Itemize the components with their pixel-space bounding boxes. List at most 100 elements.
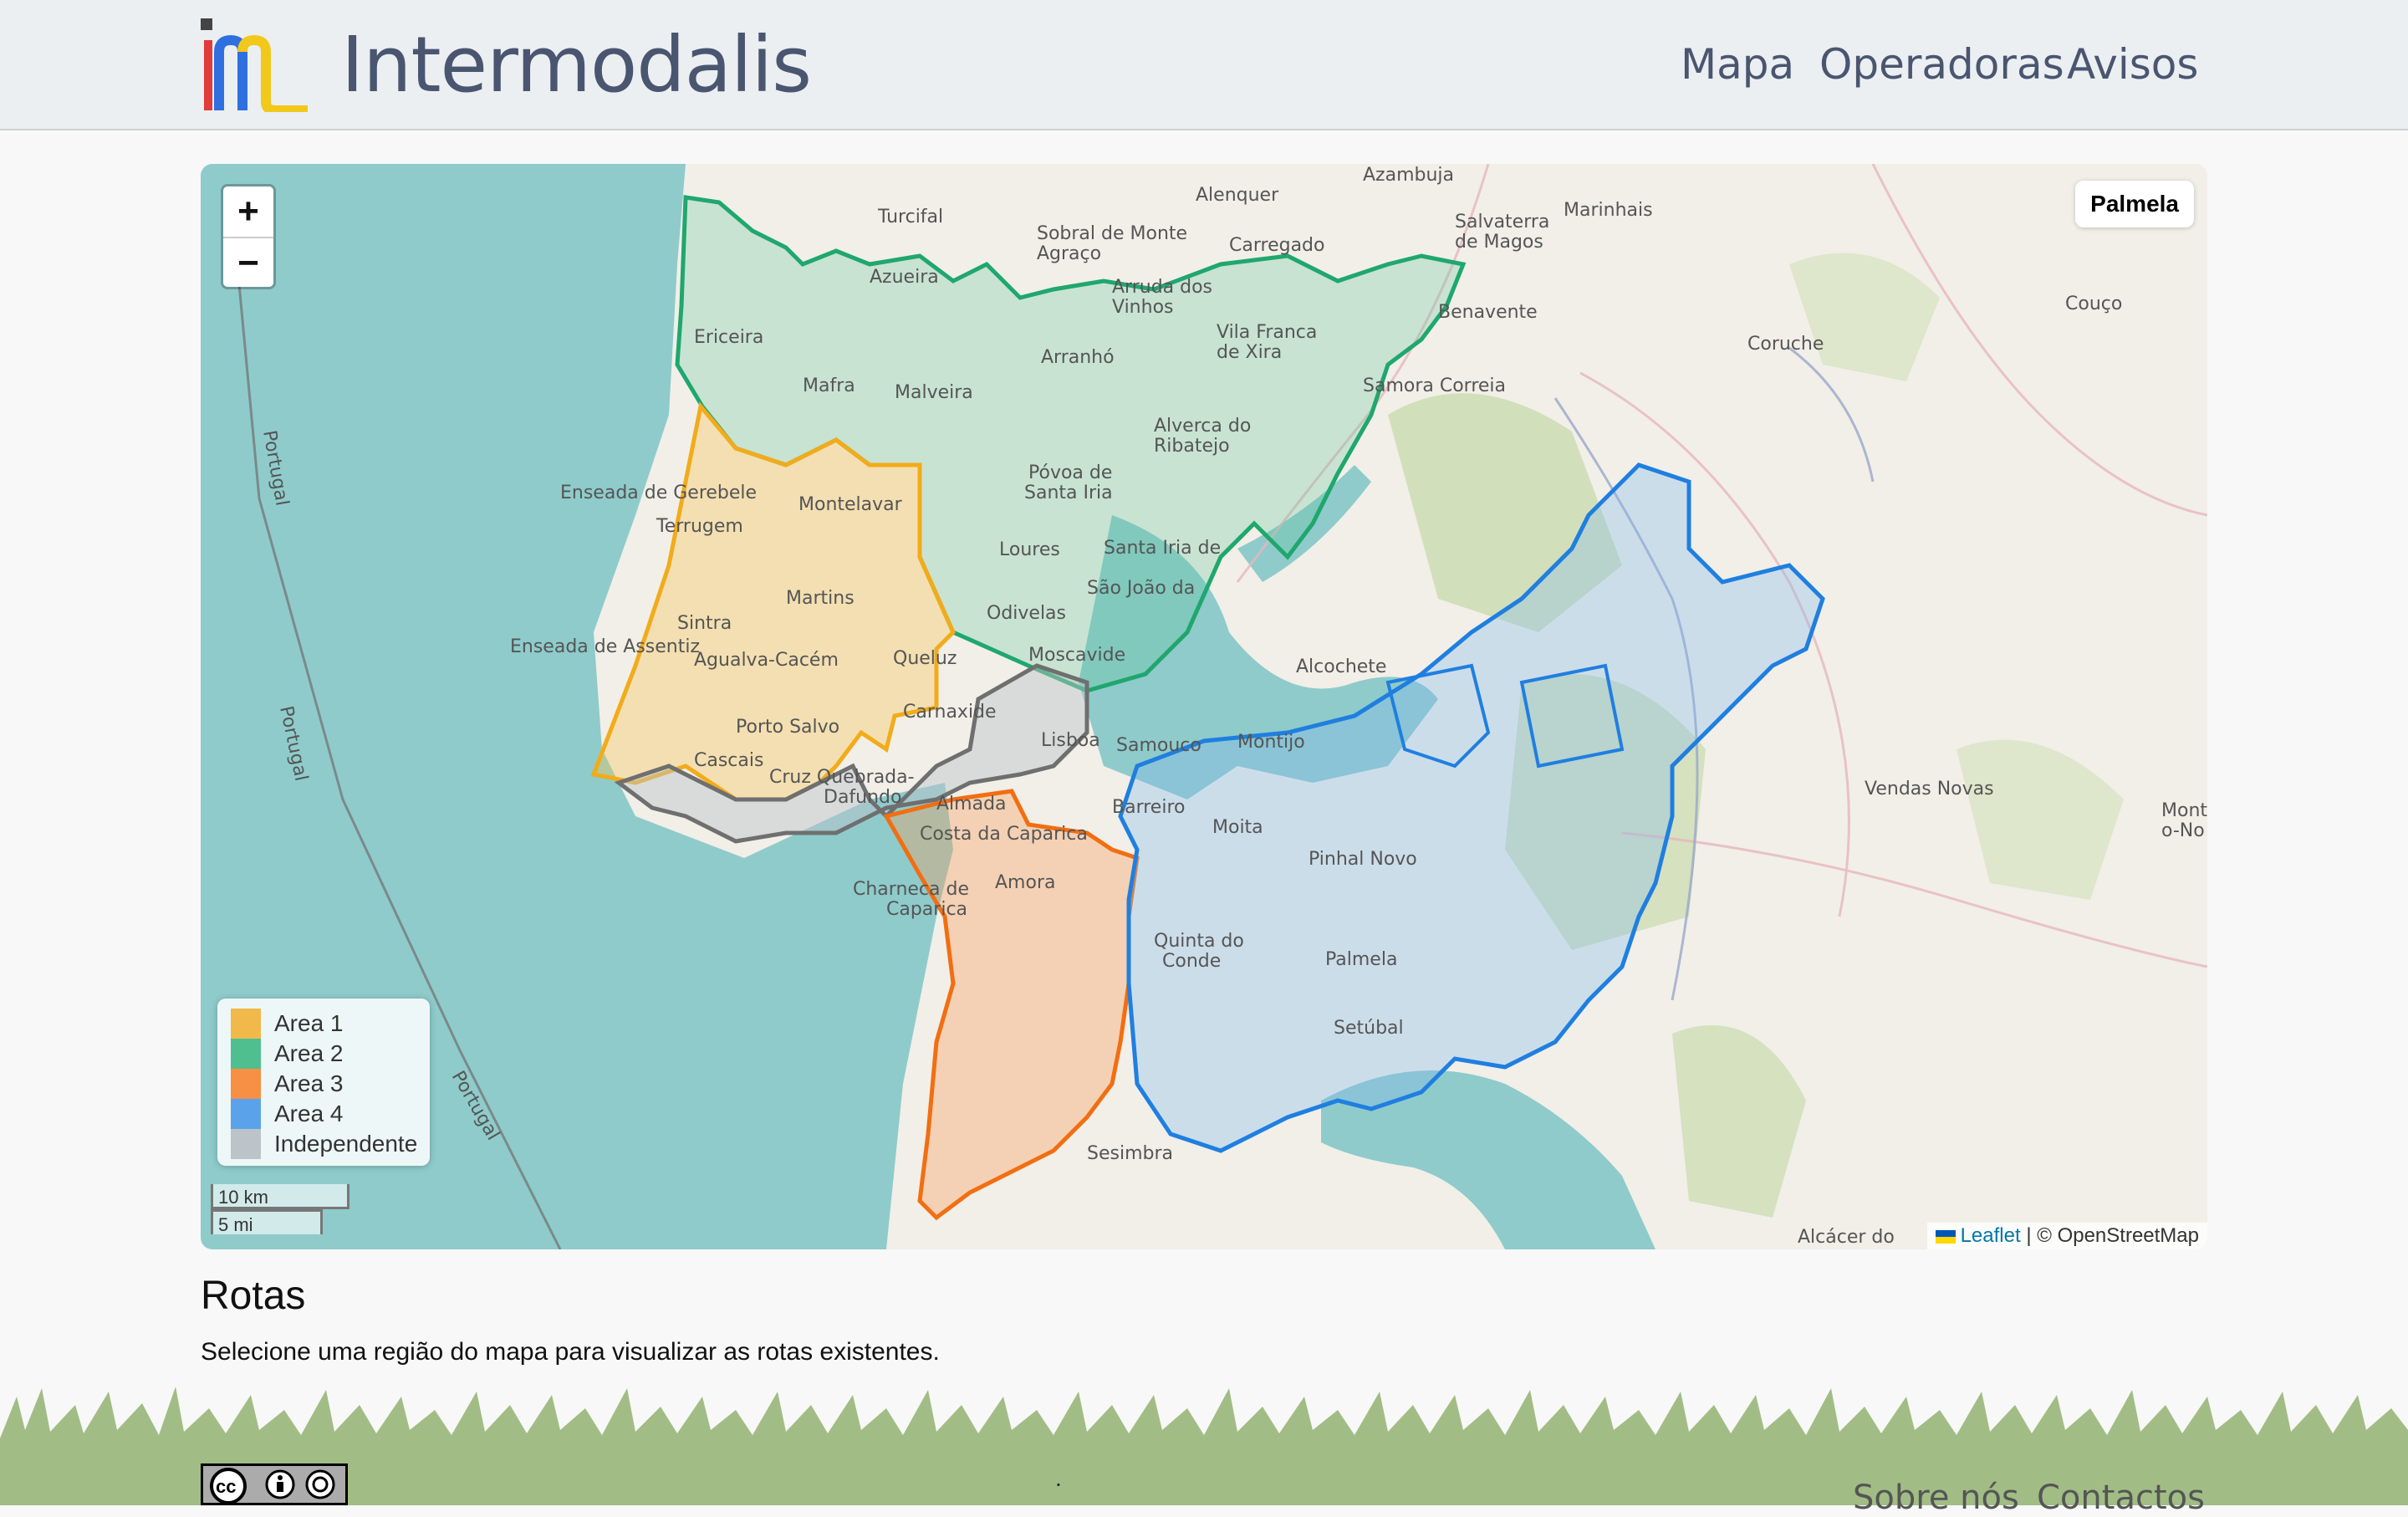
svg-text:Montijo: Montijo (1237, 732, 1305, 753)
svg-text:Turcifal: Turcifal (877, 207, 943, 227)
svg-text:Samouco: Samouco (1116, 735, 1201, 756)
footer-dot: . (1055, 1465, 1062, 1491)
svg-text:Alverca do: Alverca do (1154, 416, 1251, 437)
svg-text:Sobral de Monte: Sobral de Monte (1037, 223, 1187, 244)
zoom-control: + − (221, 184, 276, 289)
nav-operadoras[interactable]: Operadoras (1819, 37, 2064, 92)
nav-mapa[interactable]: Mapa (1681, 37, 1794, 92)
legend-swatch (231, 1069, 261, 1099)
legend-swatch (231, 1129, 261, 1159)
svg-text:Palmela: Palmela (1325, 949, 1397, 970)
svg-text:Sintra: Sintra (677, 613, 732, 634)
svg-text:Cruz Quebrada-: Cruz Quebrada- (769, 767, 915, 788)
svg-text:Enseada de Assentiz: Enseada de Assentiz (510, 636, 700, 657)
svg-text:Pinhal Novo: Pinhal Novo (1309, 849, 1417, 870)
region-map[interactable]: Azambuja Alenquer Turcifal Sobral de Mon… (201, 164, 2207, 1249)
svg-text:Alcochete: Alcochete (1296, 656, 1386, 677)
nav-avisos[interactable]: Avisos (2067, 37, 2198, 92)
svg-text:Ribatejo: Ribatejo (1154, 436, 1230, 457)
svg-text:Alcácer do: Alcácer do (1798, 1227, 1895, 1248)
svg-text:Carnaxide: Carnaxide (903, 702, 997, 723)
svg-text:Vendas Novas: Vendas Novas (1865, 779, 1994, 799)
footer-link-contactos[interactable]: Contactos (2037, 1479, 2205, 1517)
svg-text:Arruda dos: Arruda dos (1112, 277, 1212, 298)
svg-text:Loures: Loures (999, 539, 1060, 560)
hovered-region-label: Palmela (2075, 181, 2194, 227)
cc-by-sa-icon: cc (210, 1468, 335, 1504)
scale-mi: 5 mi (211, 1209, 323, 1235)
svg-text:Barreiro: Barreiro (1112, 797, 1185, 818)
svg-text:Santa Iria: Santa Iria (1024, 483, 1113, 503)
legend-label: Area 1 (274, 1010, 344, 1036)
zoom-in-button[interactable]: + (223, 186, 273, 238)
ukraine-flag-icon (1935, 1229, 1956, 1244)
zoom-out-button[interactable]: − (223, 238, 273, 289)
svg-text:Quinta do: Quinta do (1154, 931, 1244, 952)
legend-item-area-1: Area 1 (231, 1009, 430, 1039)
svg-text:Carregado: Carregado (1229, 235, 1324, 256)
map-tiles[interactable]: Azambuja Alenquer Turcifal Sobral de Mon… (201, 164, 2207, 1249)
svg-text:Azueira: Azueira (870, 267, 939, 288)
svg-text:Alenquer: Alenquer (1196, 185, 1279, 206)
map-attribution: Leaflet | © OpenStreetMap (1926, 1223, 2207, 1249)
svg-text:Malveira: Malveira (895, 382, 973, 403)
svg-text:Mafra: Mafra (803, 375, 855, 396)
svg-text:Vila Franca: Vila Franca (1217, 322, 1317, 343)
attribution-text: | © OpenStreetMap (2026, 1224, 2199, 1247)
rotas-instructions: Selecione uma região do mapa para visual… (201, 1338, 940, 1366)
svg-text:Montelavar: Montelavar (798, 494, 903, 515)
svg-text:Samora Correia: Samora Correia (1363, 375, 1506, 396)
legend-label: Area 3 (274, 1070, 344, 1096)
svg-text:Vinhos: Vinhos (1112, 297, 1174, 318)
svg-text:Setúbal: Setúbal (1334, 1018, 1404, 1039)
legend-label: Area 4 (274, 1101, 344, 1126)
top-bar: Intermodalis Mapa Operadoras Avisos (0, 0, 2408, 130)
svg-text:Costa da Caparica: Costa da Caparica (920, 824, 1088, 845)
scale-km: 10 km (211, 1184, 349, 1209)
svg-text:Santa Iria de: Santa Iria de (1104, 538, 1221, 559)
svg-text:Marinhais: Marinhais (1564, 200, 1653, 221)
svg-text:Moscavide: Moscavide (1028, 645, 1125, 666)
intermodalis-logo[interactable] (201, 18, 309, 112)
legend-item-area-3: Area 3 (231, 1069, 430, 1099)
map-legend: Area 1 Area 2 Area 3 Area 4 Independente (217, 999, 430, 1166)
svg-text:Amora: Amora (995, 872, 1055, 893)
svg-text:Dafundo: Dafundo (824, 787, 901, 808)
legend-swatch (231, 1039, 261, 1069)
svg-text:Sesimbra: Sesimbra (1087, 1143, 1173, 1164)
svg-text:Terrugem: Terrugem (656, 516, 743, 537)
legend-label: Area 2 (274, 1040, 344, 1066)
svg-text:Ericeira: Ericeira (694, 327, 763, 348)
rotas-title: Rotas (201, 1274, 306, 1318)
svg-text:Benavente: Benavente (1438, 302, 1538, 323)
svg-text:Martins: Martins (786, 588, 855, 609)
svg-text:Moita: Moita (1212, 817, 1263, 838)
svg-text:Queluz: Queluz (893, 648, 957, 669)
svg-text:Coruche: Coruche (1747, 334, 1824, 355)
legend-item-area-2: Area 2 (231, 1039, 430, 1069)
svg-text:Conde: Conde (1162, 951, 1221, 972)
svg-text:o-No: o-No (2161, 820, 2205, 841)
svg-text:Arranhó: Arranhó (1041, 347, 1115, 368)
legend-item-independente: Independente (231, 1129, 430, 1159)
svg-text:Charneca de: Charneca de (853, 879, 969, 900)
svg-text:Mont: Mont (2161, 800, 2207, 821)
svg-text:de Xira: de Xira (1217, 342, 1282, 363)
cc-license-badge[interactable]: cc (201, 1463, 348, 1505)
svg-text:Agraço: Agraço (1037, 243, 1101, 264)
svg-text:Lisboa: Lisboa (1041, 730, 1100, 751)
legend-item-area-4: Area 4 (231, 1099, 430, 1129)
svg-text:São João da: São João da (1087, 578, 1195, 599)
map-scale: 10 km 5 mi (211, 1184, 349, 1235)
leaflet-link[interactable]: Leaflet (1961, 1224, 2021, 1247)
brand-title[interactable]: Intermodalis (341, 23, 812, 107)
svg-text:Salvaterra: Salvaterra (1455, 212, 1549, 232)
svg-text:Agualva-Cacém: Agualva-Cacém (694, 650, 839, 671)
svg-text:Porto Salvo: Porto Salvo (736, 717, 839, 738)
svg-text:Enseada de Gerebele: Enseada de Gerebele (560, 483, 757, 503)
svg-text:Couço: Couço (2065, 294, 2122, 314)
svg-text:Azambuja: Azambuja (1363, 165, 1454, 186)
footer-link-sobre-nos[interactable]: Sobre nós (1853, 1479, 2019, 1517)
legend-label: Independente (274, 1131, 418, 1157)
svg-text:Caparica: Caparica (886, 899, 967, 920)
